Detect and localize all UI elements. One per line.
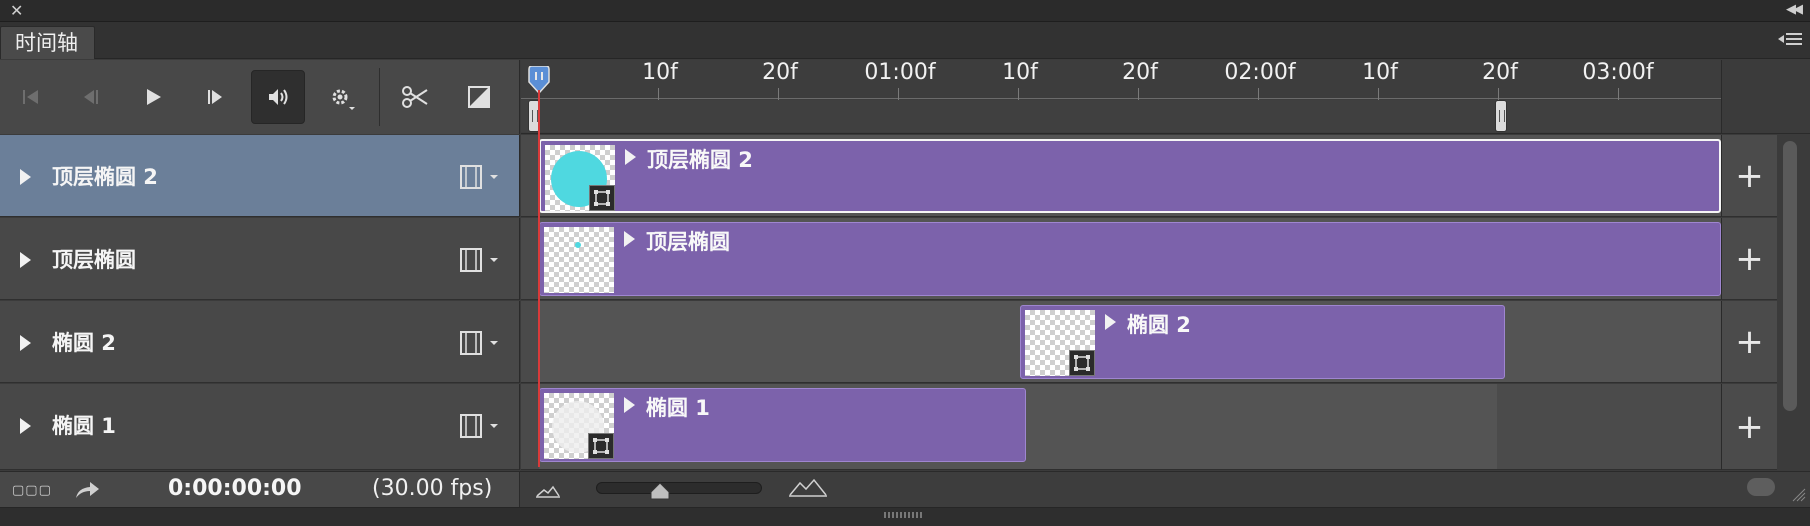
tab-timeline[interactable]: 时间轴	[0, 26, 95, 59]
tab-bar: 时间轴	[0, 22, 1810, 59]
add-media-button[interactable]: +	[1721, 218, 1777, 300]
video-clip[interactable]: 顶层椭圆	[539, 222, 1721, 296]
next-frame-icon[interactable]	[188, 70, 242, 124]
clip-expand-icon[interactable]	[1105, 314, 1116, 330]
clip-expand-icon[interactable]	[624, 231, 635, 247]
resize-grip-icon[interactable]	[1790, 486, 1806, 502]
render-video-icon[interactable]	[72, 478, 102, 502]
expand-triangle-icon[interactable]	[20, 169, 31, 185]
plus-icon: +	[1735, 238, 1764, 279]
film-strip-icon[interactable]	[460, 329, 506, 357]
timeline-footer: ▢▢▢ 0:00:00:00 (30.00 fps)	[0, 471, 1810, 508]
double-chevron-left-icon[interactable]: ◀◀	[1786, 2, 1803, 17]
ruler-label: 03:00f	[1582, 60, 1654, 85]
film-strip-icon[interactable]	[460, 163, 506, 191]
expand-triangle-icon[interactable]	[20, 252, 31, 268]
clip-thumbnail	[1025, 310, 1095, 376]
time-ruler[interactable]: 10f 20f 01:00f 10f 20f 02:00f 10f 20f 03…	[521, 60, 1721, 134]
ruler-label: 10f	[642, 60, 678, 85]
plus-icon: +	[1735, 321, 1764, 362]
clip-expand-icon[interactable]	[624, 397, 635, 413]
add-media-button[interactable]: +	[1721, 384, 1777, 470]
split-at-playhead-icon[interactable]	[388, 70, 442, 124]
plus-icon: +	[1735, 406, 1764, 447]
go-to-first-frame-icon[interactable]	[4, 70, 58, 124]
timeline-track: 椭圆 2	[521, 301, 1721, 383]
plus-icon: +	[1735, 155, 1764, 196]
timecode: 0:00:00:00	[168, 476, 302, 501]
layer-name: 椭圆 2	[52, 331, 116, 355]
previous-frame-icon[interactable]	[64, 70, 118, 124]
settings-icon[interactable]	[314, 70, 368, 124]
layer-name: 顶层椭圆 2	[52, 165, 158, 189]
clip-expand-icon[interactable]	[625, 149, 636, 165]
transform-icon	[1069, 350, 1095, 376]
resize-handle-icon[interactable]	[884, 512, 924, 518]
panel-title-bar: ✕ ◀◀	[0, 0, 1810, 22]
clip-thumbnail	[544, 227, 614, 293]
panel-menu-icon[interactable]	[1778, 30, 1802, 48]
ruler-label: 02:00f	[1224, 60, 1296, 85]
film-strip-icon[interactable]	[460, 412, 506, 440]
vertical-scrollbar[interactable]	[1777, 135, 1810, 471]
transition-icon[interactable]	[452, 70, 506, 124]
clip-thumbnail	[545, 145, 615, 211]
add-media-button[interactable]: +	[1721, 135, 1777, 217]
zoom-slider[interactable]	[596, 482, 762, 494]
play-icon[interactable]	[126, 70, 180, 124]
add-media-button[interactable]: +	[1721, 301, 1777, 383]
zoom-in-icon[interactable]	[788, 477, 828, 499]
frame-rate: (30.00 fps)	[372, 476, 493, 501]
ruler-spacer	[1721, 60, 1810, 134]
clip-name: 椭圆 2	[1127, 313, 1191, 337]
close-icon[interactable]: ✕	[10, 1, 23, 20]
expand-triangle-icon[interactable]	[20, 418, 31, 434]
timeline-track: 顶层椭圆	[521, 218, 1721, 300]
layer-row[interactable]: 椭圆 2	[0, 301, 520, 383]
expand-triangle-icon[interactable]	[20, 335, 31, 351]
timeline-track: 顶层椭圆 2	[521, 135, 1721, 217]
work-area-end-handle[interactable]	[1495, 100, 1507, 132]
ruler-label: 10f	[1362, 60, 1398, 85]
layer-name: 椭圆 1	[52, 414, 116, 438]
layer-row[interactable]: 顶层椭圆 2	[0, 135, 520, 217]
clip-thumbnail	[544, 393, 614, 459]
scroll-control[interactable]	[1747, 478, 1775, 496]
layer-row[interactable]: 顶层椭圆	[0, 218, 520, 300]
zoom-out-icon[interactable]	[535, 480, 561, 500]
film-strip-icon[interactable]	[460, 246, 506, 274]
video-clip[interactable]: 椭圆 2	[1020, 305, 1505, 379]
panel-resize-bar[interactable]	[0, 507, 1810, 526]
clip-name: 顶层椭圆 2	[647, 148, 753, 172]
layer-name: 顶层椭圆	[52, 248, 136, 272]
video-clip[interactable]: 椭圆 1	[539, 388, 1026, 462]
playhead-line	[538, 90, 540, 467]
ruler-label: 20f	[1482, 60, 1518, 85]
ruler-label: 10f	[1002, 60, 1038, 85]
ruler-label: 20f	[762, 60, 798, 85]
layer-row[interactable]: 椭圆 1	[0, 384, 520, 470]
playback-toolbar	[0, 60, 520, 134]
scrollbar-thumb[interactable]	[1783, 141, 1797, 411]
ruler-label: 20f	[1122, 60, 1158, 85]
zoom-slider-thumb[interactable]	[650, 482, 670, 500]
video-clip[interactable]: 顶层椭圆 2	[539, 139, 1721, 213]
frame-animation-icon[interactable]: ▢▢▢	[12, 483, 52, 498]
audio-icon[interactable]	[251, 70, 305, 124]
work-area-bar[interactable]	[521, 100, 1721, 132]
transform-icon	[589, 185, 615, 211]
clip-name: 顶层椭圆	[646, 230, 730, 254]
ruler-label: 01:00f	[864, 60, 936, 85]
clip-name: 椭圆 1	[646, 396, 710, 420]
timeline-track: 椭圆 1	[521, 384, 1721, 470]
transform-icon	[588, 433, 614, 459]
